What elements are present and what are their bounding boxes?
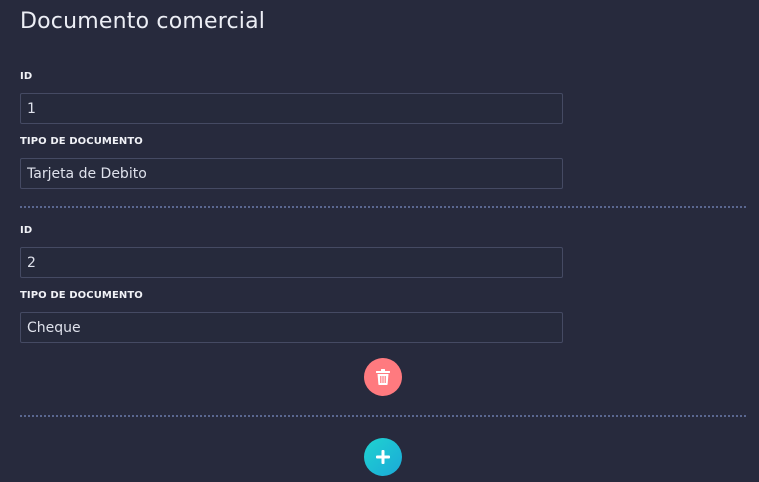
section-divider (20, 415, 746, 417)
document-type-label: TIPO DE DOCUMENTO (20, 136, 143, 147)
id-field[interactable] (20, 247, 563, 278)
plus-icon (376, 450, 390, 464)
id-field[interactable] (20, 93, 563, 124)
delete-record-button[interactable] (364, 358, 402, 396)
page-title: Documento comercial (20, 9, 266, 34)
document-type-field[interactable] (20, 312, 563, 343)
id-label: ID (20, 225, 33, 236)
document-type-field[interactable] (20, 158, 563, 189)
trash-icon (376, 369, 390, 385)
document-type-label: TIPO DE DOCUMENTO (20, 290, 143, 301)
record-divider (20, 206, 746, 208)
add-record-button[interactable] (364, 438, 402, 476)
document-form-page: Documento comercial ID TIPO DE DOCUMENTO… (0, 0, 759, 482)
id-label: ID (20, 71, 33, 82)
